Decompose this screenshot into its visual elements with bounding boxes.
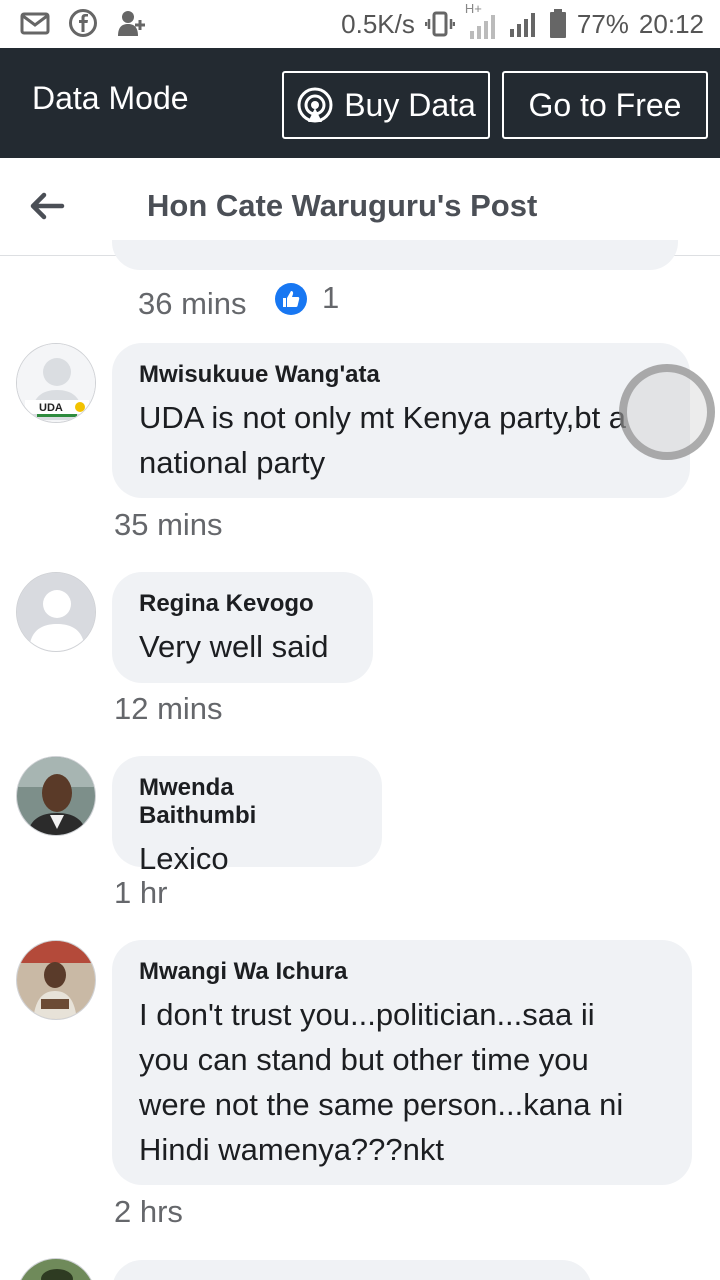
comment-time[interactable]: 1 hr <box>114 875 167 911</box>
status-bar: 0.5K/s H+ 77% 20:12 <box>0 0 720 48</box>
comment-author[interactable]: Mwangi Wa Ichura <box>139 958 666 986</box>
previous-comment-bubble <box>112 240 678 270</box>
comment-bubble[interactable]: Mwangi Wa Ichura I don't trust you...pol… <box>112 940 692 1185</box>
broadcast-icon <box>297 87 333 123</box>
like-icon <box>275 283 307 315</box>
profile-photo-icon <box>17 757 95 835</box>
vibrate-icon <box>424 11 455 37</box>
comment-bubble[interactable]: Mwenda Baithumbi Lexico <box>112 756 382 876</box>
comment-line: Very well said <box>139 629 329 664</box>
avatar[interactable]: UDA <box>16 343 96 423</box>
comment-time[interactable]: 12 mins <box>114 691 223 727</box>
net-speed: 0.5K/s <box>341 8 415 39</box>
uda-avatar-icon: UDA <box>17 344 95 422</box>
comment-author[interactable]: Mwenda Baithumbi <box>139 774 356 830</box>
touch-indicator <box>619 364 715 460</box>
comment-author[interactable]: Mwisukuue Wang'ata <box>139 361 664 389</box>
comment-line: you can stand but other time you <box>139 1042 589 1077</box>
avatar[interactable] <box>16 1258 96 1280</box>
comment-line: I don't trust you...politician...saa ii <box>139 997 595 1032</box>
go-to-free-label: Go to Free <box>528 86 682 123</box>
data-mode-bar: Data Mode Buy Data Go to Free <box>0 48 720 158</box>
comment-author[interactable]: Regina Kevogo <box>139 590 347 618</box>
buy-data-label: Buy Data <box>344 86 476 123</box>
comment-bubble[interactable]: Mwisukuue Wang'ata UDA is not only mt Ke… <box>112 343 690 498</box>
comment-line: UDA is not only mt Kenya party,bt a <box>139 400 627 435</box>
comment-time[interactable]: 2 hrs <box>114 1194 183 1230</box>
comment-line: Lexico <box>139 841 229 876</box>
avatar[interactable] <box>16 756 96 836</box>
comment-text: I don't trust you...politician...saa ii … <box>139 992 666 1172</box>
facebook-icon <box>69 9 97 37</box>
avatar[interactable] <box>16 572 96 652</box>
data-mode-title: Data Mode <box>32 80 189 116</box>
comment-line: were not the same person...kana ni <box>139 1087 624 1122</box>
gmail-icon <box>20 12 50 35</box>
avatar[interactable] <box>16 940 96 1020</box>
go-to-free-button[interactable]: Go to Free <box>502 71 708 139</box>
svg-text:UDA: UDA <box>39 402 63 414</box>
previous-comment-like-count: 1 <box>322 280 340 315</box>
signal-icon-1: H+ <box>465 1 499 39</box>
profile-photo-icon <box>17 941 95 1019</box>
comment-line: Hindi wamenya???nkt <box>139 1132 445 1167</box>
comment-text: UDA is not only mt Kenya party,bt a nati… <box>139 395 664 485</box>
battery-level: 77% <box>576 8 629 39</box>
comment-bubble[interactable] <box>112 1260 592 1280</box>
profile-photo-icon <box>17 1259 95 1280</box>
battery-icon <box>549 9 566 38</box>
back-arrow-icon[interactable] <box>26 186 66 226</box>
signal-icon-2 <box>509 13 535 37</box>
comment-time[interactable]: 35 mins <box>114 507 223 543</box>
previous-comment-time[interactable]: 36 mins <box>138 286 247 322</box>
comment-text: Lexico <box>139 836 356 881</box>
buy-data-button[interactable]: Buy Data <box>282 71 490 139</box>
add-contact-icon <box>118 11 145 36</box>
comment-line: national party <box>139 445 326 480</box>
default-avatar-icon <box>17 573 95 651</box>
comment-text: Very well said <box>139 624 347 669</box>
comment-bubble[interactable]: Regina Kevogo Very well said <box>112 572 373 683</box>
page-title: Hon Cate Waruguru's Post <box>147 188 538 223</box>
clock: 20:12 <box>638 8 704 39</box>
